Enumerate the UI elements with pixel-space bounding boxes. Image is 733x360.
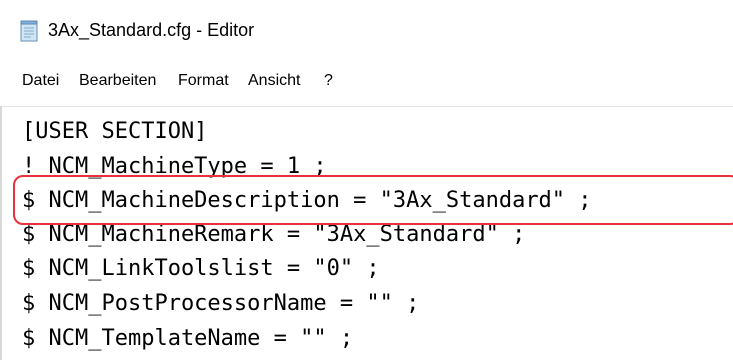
title-bar: 3Ax_Standard.cfg - Editor <box>0 0 733 62</box>
editor-line: $ NCM_MachineRemark = "3Ax_Standard" ; <box>22 222 526 247</box>
editor-line: $ NCM_TemplateName = "" ; <box>22 326 354 351</box>
editor-line: ! NCM_MachineType = 1 ; <box>22 154 327 179</box>
editor-line: $ NCM_LinkToolslist = "0" ; <box>22 256 380 281</box>
editor-line-highlighted: $ NCM_MachineDescription = "3Ax_Standard… <box>22 188 592 213</box>
editor-line: [USER SECTION] <box>22 119 208 144</box>
menu-item-help[interactable]: ? <box>324 72 333 90</box>
menu-item-bearbeiten[interactable]: Bearbeiten <box>79 72 156 90</box>
menu-item-ansicht[interactable]: Ansicht <box>248 72 300 90</box>
menu-item-datei[interactable]: Datei <box>22 72 59 90</box>
editor-line: $ NCM_PostProcessorName = "" ; <box>22 291 420 316</box>
menu-bar: Datei Bearbeiten Format Ansicht ? <box>0 62 733 106</box>
notepad-window: 3Ax_Standard.cfg - Editor Datei Bearbeit… <box>0 0 733 360</box>
notepad-icon <box>20 20 38 42</box>
window-title: 3Ax_Standard.cfg - Editor <box>48 20 255 40</box>
menu-item-format[interactable]: Format <box>178 72 229 90</box>
